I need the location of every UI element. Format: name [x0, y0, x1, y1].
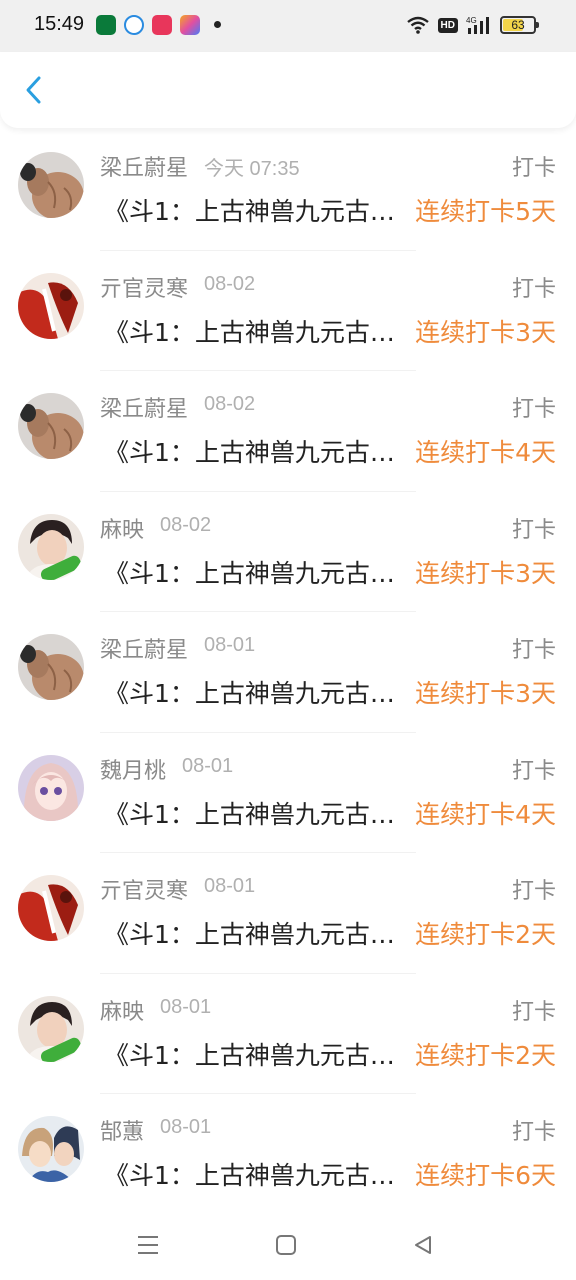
book-title: 《斗1：上古神兽九元古蛇》: [104, 1040, 408, 1070]
home-square-icon: [276, 1235, 296, 1255]
record-action: 打卡: [511, 999, 556, 1025]
record-action: 打卡: [511, 879, 556, 904]
record-date: 08-02: [204, 272, 256, 295]
more-notifications-dot-icon: [214, 21, 221, 28]
list-item[interactable]: 郜蕙 08-01 打卡《斗1：上古神兽九元古蛇》 连续打卡6天: [0, 1094, 576, 1215]
message-app-icon: [96, 15, 116, 35]
record-date: 08-01: [204, 875, 256, 897]
record-action: 打卡: [511, 276, 556, 302]
anime-couple-avatar: [18, 1116, 84, 1182]
record-date: 今天 07:35: [204, 158, 300, 180]
list-item[interactable]: 麻映 08-02 打卡《斗1：上古神兽九元古蛇》 连续打卡3天: [0, 492, 576, 612]
book-title: 《斗1：上古神兽九元古蛇》: [104, 558, 408, 588]
avatar[interactable]: [18, 152, 84, 218]
video-app-icon: [152, 15, 172, 35]
hd-badge: HD: [437, 17, 458, 33]
user-name[interactable]: 亓官灵寒: [100, 873, 188, 905]
avatar[interactable]: [18, 272, 84, 339]
list-item[interactable]: 麻映 08-01 打卡《斗1：上古神兽九元古蛇》 连续打卡2天: [0, 974, 576, 1094]
muscle-arm-avatar: [18, 393, 84, 459]
system-indicators: HD 4G 63: [406, 12, 539, 38]
book-title: 《斗1：上古神兽九元古蛇》: [104, 920, 408, 949]
status-time: 15:49: [34, 13, 85, 35]
system-navigation-bar: [0, 1210, 576, 1280]
streak-label: 连续打卡6天: [415, 1161, 556, 1190]
record-action: 打卡: [511, 1120, 556, 1145]
back-triangle-icon: [415, 1236, 431, 1254]
record-date: 08-01: [204, 634, 256, 656]
menu-icon: [138, 1236, 158, 1254]
streak-label: 连续打卡3天: [415, 558, 556, 588]
back-button[interactable]: [14, 70, 54, 110]
book-title: 《斗1：上古神兽九元古蛇》: [104, 317, 408, 347]
recent-apps-button[interactable]: [135, 1232, 161, 1258]
avatar[interactable]: [18, 513, 84, 580]
record-action: 打卡: [511, 517, 556, 543]
list-item[interactable]: 梁丘蔚星 08-01 打卡《斗1：上古神兽九元古蛇》 连续打卡3天: [0, 612, 576, 733]
user-name[interactable]: 梁丘蔚星: [100, 632, 188, 664]
muscle-arm-avatar: [18, 152, 84, 218]
record-date: 08-01: [182, 754, 234, 777]
signal-label: 4G: [466, 16, 477, 25]
red-art-avatar: [18, 272, 84, 339]
list-item[interactable]: 亓官灵寒 08-02 打卡《斗1：上古神兽九元古蛇》 连续打卡3天: [0, 251, 576, 371]
list-item[interactable]: 梁丘蔚星 今天 07:35 打卡《斗1：上古神兽九元古蛇》 连续打卡5天: [0, 130, 576, 251]
record-action: 打卡: [511, 397, 556, 422]
record-action: 打卡: [511, 638, 556, 663]
wifi-icon: [406, 16, 429, 34]
anime-girl-avatar: [18, 754, 84, 821]
record-action: 打卡: [511, 758, 556, 784]
status-bar: 15:49 HD 4G 63: [0, 0, 576, 52]
red-art-avatar: [18, 875, 84, 941]
system-back-button[interactable]: [410, 1232, 436, 1258]
battery-indicator: 63: [500, 16, 539, 34]
avatar[interactable]: [18, 393, 84, 459]
avatar[interactable]: [18, 1116, 84, 1182]
user-name[interactable]: 麻映: [100, 512, 144, 544]
streak-label: 连续打卡5天: [415, 197, 556, 226]
avatar[interactable]: [18, 875, 84, 941]
record-date: 08-01: [160, 995, 212, 1018]
home-button[interactable]: [273, 1232, 299, 1258]
signal-icon: 4G: [466, 16, 489, 34]
book-title: 《斗1：上古神兽九元古蛇》: [104, 197, 408, 226]
book-title: 《斗1：上古神兽九元古蛇》: [104, 679, 408, 708]
avatar[interactable]: [18, 634, 84, 700]
gallery-app-icon: [180, 15, 200, 35]
streak-label: 连续打卡3天: [415, 679, 556, 708]
record-date: 08-01: [160, 1116, 212, 1138]
streak-label: 连续打卡4天: [415, 438, 556, 467]
list-item[interactable]: 魏月桃 08-01 打卡《斗1：上古神兽九元古蛇》 连续打卡4天: [0, 733, 576, 853]
streak-label: 连续打卡2天: [415, 920, 556, 949]
user-name[interactable]: 魏月桃: [100, 753, 166, 785]
user-name[interactable]: 麻映: [100, 994, 144, 1026]
boy-portrait-avatar: [18, 995, 84, 1062]
browser-app-icon: [124, 15, 144, 35]
chevron-left-icon: [26, 76, 41, 104]
user-name[interactable]: 梁丘蔚星: [100, 391, 188, 423]
boy-portrait-avatar: [18, 513, 84, 580]
user-name[interactable]: 亓官灵寒: [100, 271, 188, 303]
book-title: 《斗1：上古神兽九元古蛇》: [104, 1161, 408, 1190]
top-header: [0, 52, 576, 128]
list-item[interactable]: 亓官灵寒 08-01 打卡《斗1：上古神兽九元古蛇》 连续打卡2天: [0, 853, 576, 974]
streak-label: 连续打卡2天: [415, 1040, 556, 1070]
muscle-arm-avatar: [18, 634, 84, 700]
book-title: 《斗1：上古神兽九元古蛇》: [104, 799, 408, 829]
user-name[interactable]: 郜蕙: [100, 1114, 144, 1146]
streak-label: 连续打卡3天: [415, 317, 556, 347]
streak-label: 连续打卡4天: [415, 799, 556, 829]
record-date: 08-02: [204, 393, 256, 415]
list-item[interactable]: 梁丘蔚星 08-02 打卡《斗1：上古神兽九元古蛇》 连续打卡4天: [0, 371, 576, 492]
battery-tip: [536, 22, 539, 28]
avatar[interactable]: [18, 995, 84, 1062]
record-date: 08-02: [160, 513, 212, 536]
user-name[interactable]: 梁丘蔚星: [100, 150, 188, 182]
avatar[interactable]: [18, 754, 84, 821]
book-title: 《斗1：上古神兽九元古蛇》: [104, 438, 408, 467]
checkin-record-list: 梁丘蔚星 今天 07:35 打卡 《斗1：上古神兽九元古蛇》 连续打卡5天 亓官灵寒 08-…: [0, 130, 576, 1215]
record-action: 打卡: [511, 156, 556, 181]
battery-level: 63: [511, 18, 525, 32]
